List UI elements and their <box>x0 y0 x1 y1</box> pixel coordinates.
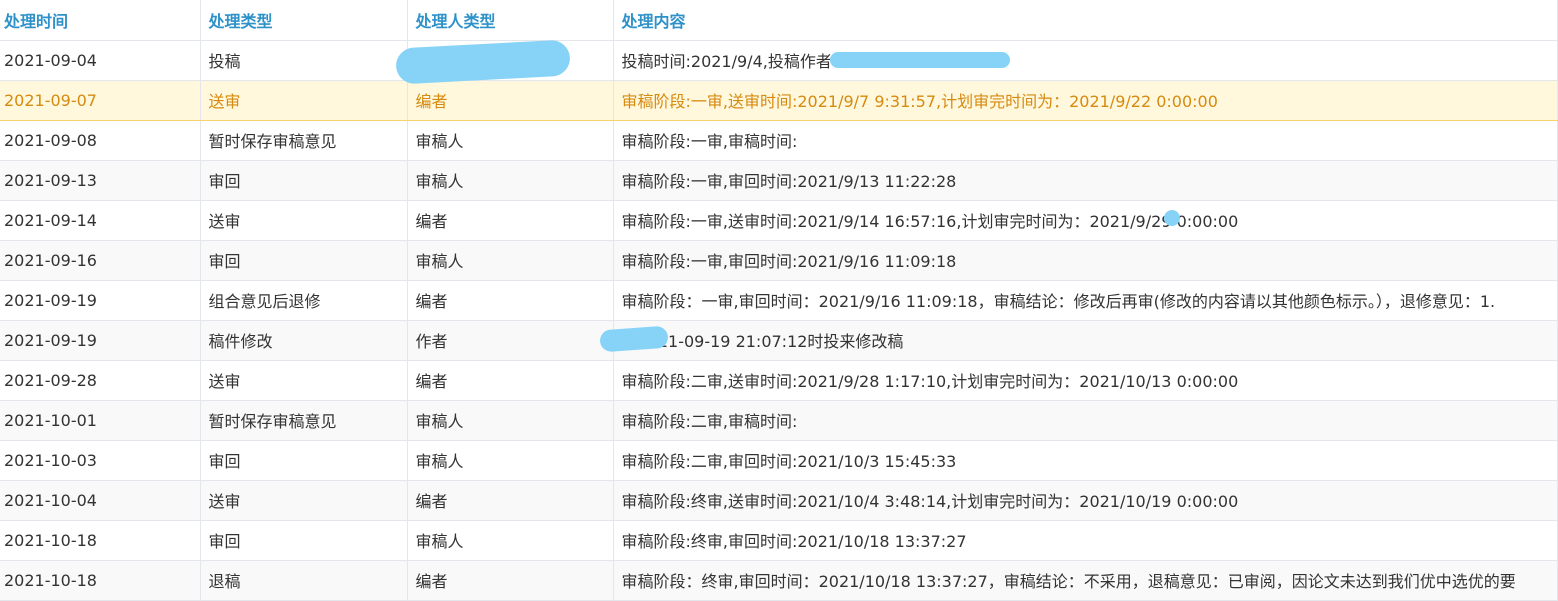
redaction-mark <box>599 325 669 353</box>
cell-processing-time: 2021-10-04 <box>0 480 201 521</box>
cell-processing-content: 审稿阶段:一审,审回时间:2021/9/16 11:09:18 <box>613 240 1558 281</box>
cell-processing-content: 审稿阶段:二审,审回时间:2021/10/3 15:45:33 <box>613 440 1558 481</box>
cell-handler-type: 编者 <box>407 480 614 521</box>
cell-handler-type: 编者 <box>407 560 614 601</box>
cell-processing-time: 2021-10-01 <box>0 400 201 441</box>
cell-processing-content: 审稿阶段:一审,送审时间:2021/9/14 16:57:16,计划审完时间为：… <box>613 200 1558 241</box>
cell-processing-time: 2021-09-13 <box>0 160 201 201</box>
table-row[interactable]: 2021-09-04投稿作投稿时间:2021/9/4,投稿作者 <box>0 40 1558 81</box>
cell-processing-type: 退稿 <box>200 560 408 601</box>
table-row[interactable]: 2021-09-14 送审 编者 审稿阶段:一审,送审时间:2021/9/14 16:… <box>0 200 1558 241</box>
table-row[interactable]: 2021-09-28 送审 编者 审稿阶段:二审,送审时间:2021/9/28 1:1… <box>0 360 1558 401</box>
cell-processing-content: 审稿阶段：一审,审回时间：2021/9/16 11:09:18，审稿结论：修改后… <box>613 280 1558 321</box>
cell-processing-content: 审稿阶段:二审,审稿时间: <box>613 400 1558 441</box>
redaction-mark <box>1164 210 1180 226</box>
table-row[interactable]: 2021-09-07 送审 编者 审稿阶段:一审,送审时间:2021/9/7 9:31… <box>0 79 1558 121</box>
table-row[interactable]: 2021-09-19 稿件修改 作者 于2021-09-19 21:07:12时投来修… <box>0 320 1558 361</box>
cell-processing-time: 2021-09-04 <box>0 40 201 81</box>
cell-processing-type: 送审 <box>200 200 408 241</box>
cell-processing-content: 审稿阶段:二审,送审时间:2021/9/28 1:17:10,计划审完时间为：2… <box>613 360 1558 401</box>
cell-processing-time: 2021-10-03 <box>0 440 201 481</box>
table-row[interactable]: 2021-10-18 审回 审稿人 审稿阶段:终审,审回时间:2021/10/18 1… <box>0 520 1558 561</box>
cell-processing-type: 投稿 <box>200 40 408 81</box>
cell-processing-time: 2021-10-18 <box>0 560 201 601</box>
table-row[interactable]: 2021-10-04 送审 编者 审稿阶段:终审,送审时间:2021/10/4 3:4… <box>0 480 1558 521</box>
header-processing-content[interactable]: 处理内容 <box>613 0 1558 41</box>
table-row[interactable]: 2021-09-08 暂时保存审稿意见 审稿人 审稿阶段:一审,审稿时间: <box>0 120 1558 161</box>
cell-handler-type: 审稿人 <box>407 160 614 201</box>
cell-processing-type: 稿件修改 <box>200 320 408 361</box>
cell-handler-type: 编者 <box>407 200 614 241</box>
cell-processing-time: 2021-10-18 <box>0 520 201 561</box>
cell-processing-content: 审稿阶段:一审,审回时间:2021/9/13 11:22:28 <box>613 160 1558 201</box>
cell-processing-content: 投稿时间:2021/9/4,投稿作者 <box>613 40 1558 81</box>
table-row[interactable]: 2021-10-01 暂时保存审稿意见 审稿人 审稿阶段:二审,审稿时间: <box>0 400 1558 441</box>
cell-handler-type: 审稿人 <box>407 120 614 161</box>
cell-processing-type: 送审 <box>200 480 408 521</box>
cell-processing-time: 2021-09-28 <box>0 360 201 401</box>
table-header-row: 处理时间 处理类型 处理人类型 处理内容 <box>0 0 1558 41</box>
cell-processing-type: 审回 <box>200 240 408 281</box>
cell-handler-type: 作者 <box>407 320 614 361</box>
cell-processing-type: 审回 <box>200 520 408 561</box>
cell-processing-time: 2021-09-16 <box>0 240 201 281</box>
cell-processing-type: 送审 <box>200 79 408 121</box>
cell-handler-type: 编者 <box>407 280 614 321</box>
cell-processing-content: 于2021-09-19 21:07:12时投来修改稿 <box>613 320 1558 361</box>
header-handler-type[interactable]: 处理人类型 <box>407 0 614 41</box>
cell-processing-type: 审回 <box>200 440 408 481</box>
cell-processing-type: 暂时保存审稿意见 <box>200 120 408 161</box>
cell-handler-type: 审稿人 <box>407 400 614 441</box>
header-processing-time[interactable]: 处理时间 <box>0 0 201 41</box>
cell-processing-content: 审稿阶段:终审,审回时间:2021/10/18 13:37:27 <box>613 520 1558 561</box>
cell-handler-type: 编者 <box>407 360 614 401</box>
cell-processing-content: 审稿阶段：终审,审回时间：2021/10/18 13:37:27，审稿结论：不采… <box>613 560 1558 601</box>
cell-handler-type: 审稿人 <box>407 240 614 281</box>
table-body: 2021-09-04投稿作投稿时间:2021/9/4,投稿作者2021-09-0… <box>0 40 1558 601</box>
cell-processing-type: 审回 <box>200 160 408 201</box>
redaction-mark <box>830 52 1010 68</box>
header-processing-type[interactable]: 处理类型 <box>200 0 408 41</box>
table-row[interactable]: 2021-09-19 组合意见后退修 编者 审稿阶段：一审,审回时间：2021/9/1… <box>0 280 1558 321</box>
processing-log-table: 处理时间 处理类型 处理人类型 处理内容 2021-09-04投稿作投稿时间:2… <box>0 0 1558 601</box>
cell-handler-type: 编者 <box>407 79 614 121</box>
cell-processing-content: 审稿阶段:一审,送审时间:2021/9/7 9:31:57,计划审完时间为：20… <box>613 79 1558 121</box>
cell-handler-type: 审稿人 <box>407 520 614 561</box>
cell-processing-time: 2021-09-14 <box>0 200 201 241</box>
cell-processing-type: 送审 <box>200 360 408 401</box>
table-row[interactable]: 2021-10-03 审回 审稿人 审稿阶段:二审,审回时间:2021/10/3 15… <box>0 440 1558 481</box>
cell-processing-content: 审稿阶段:一审,审稿时间: <box>613 120 1558 161</box>
table-row[interactable]: 2021-09-13 审回 审稿人 审稿阶段:一审,审回时间:2021/9/13 11… <box>0 160 1558 201</box>
cell-processing-content: 审稿阶段:终审,送审时间:2021/10/4 3:48:14,计划审完时间为：2… <box>613 480 1558 521</box>
table-row[interactable]: 2021-09-16 审回 审稿人 审稿阶段:一审,审回时间:2021/9/16 11… <box>0 240 1558 281</box>
cell-processing-type: 组合意见后退修 <box>200 280 408 321</box>
cell-processing-time: 2021-09-07 <box>0 79 201 121</box>
table-row[interactable]: 2021-10-18 退稿 编者 审稿阶段：终审,审回时间：2021/10/18 13… <box>0 560 1558 601</box>
cell-processing-time: 2021-09-08 <box>0 120 201 161</box>
cell-processing-time: 2021-09-19 <box>0 320 201 361</box>
cell-handler-type: 审稿人 <box>407 440 614 481</box>
cell-processing-time: 2021-09-19 <box>0 280 201 321</box>
cell-processing-type: 暂时保存审稿意见 <box>200 400 408 441</box>
